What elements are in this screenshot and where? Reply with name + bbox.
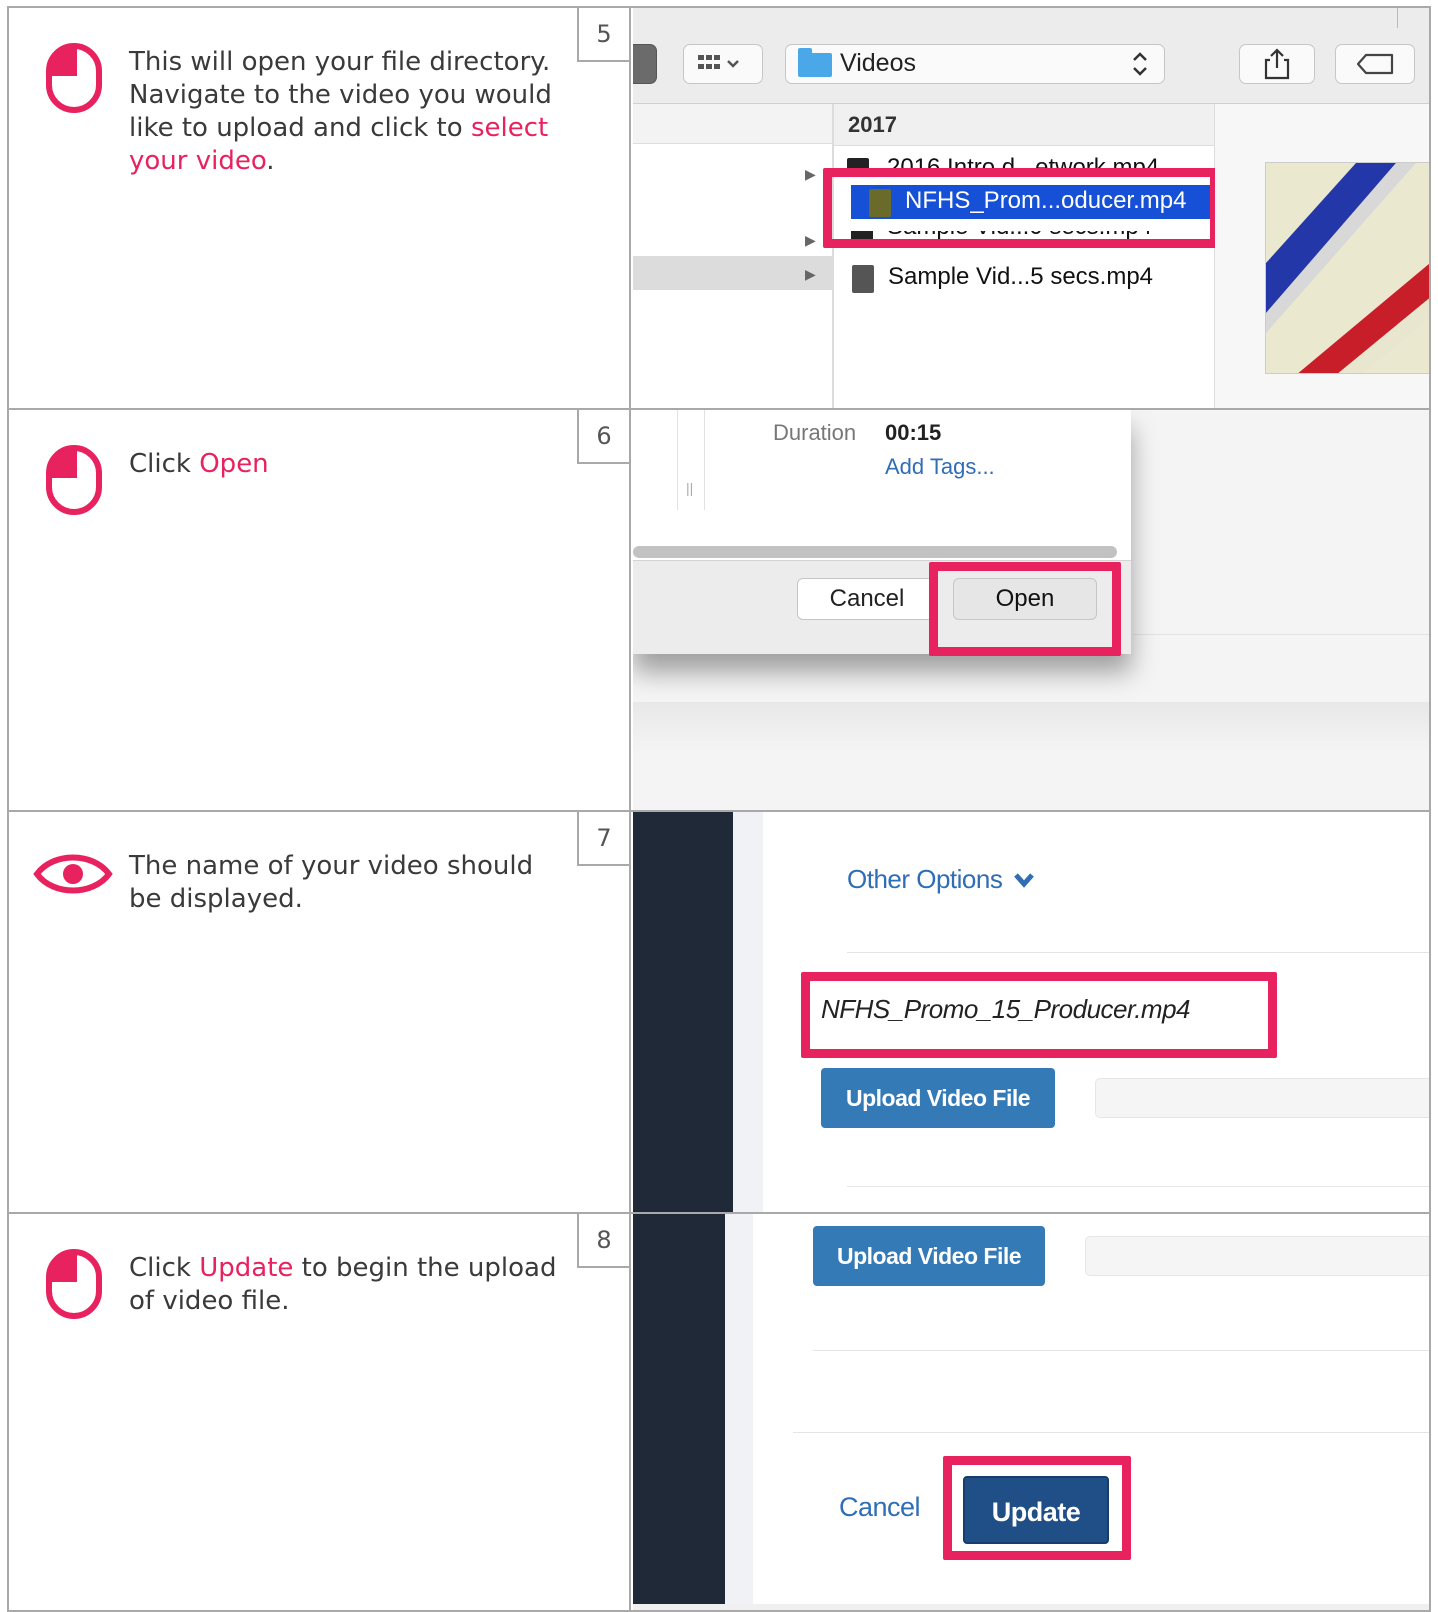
file-list-column: 2017 xyxy=(833,104,1215,408)
eye-icon xyxy=(33,854,113,894)
page-line xyxy=(1133,634,1429,635)
disclosure-arrow-icon: ▶ xyxy=(805,232,816,248)
step-text: Click Open xyxy=(129,449,269,479)
step-instructions: Click Update to begin the upload of vide… xyxy=(9,1214,631,1610)
horizontal-scrollbar[interactable] xyxy=(633,546,1117,558)
tag-button[interactable] xyxy=(1335,44,1415,84)
step-8: Click Update to begin the upload of vide… xyxy=(7,1212,1431,1612)
highlight-box xyxy=(943,1456,1131,1560)
open-dialog-screenshot: || Duration 00:15 Add Tags... Cancel Ope… xyxy=(633,410,1429,810)
highlight-box xyxy=(929,562,1121,656)
upload-video-file-button[interactable]: Upload Video File xyxy=(813,1226,1045,1286)
highlight-box xyxy=(801,972,1277,1058)
mouse-click-icon xyxy=(46,445,102,515)
cancel-button[interactable]: Cancel xyxy=(797,578,937,620)
step-6: Click Open 6 || Duration 00:15 Add Tags.… xyxy=(7,408,1431,810)
file-dialog-screenshot: Videos ▶ ▶ ▶ 2017 2016 Intro d...etwork.… xyxy=(633,8,1429,408)
share-button[interactable] xyxy=(1239,44,1315,84)
other-options-toggle[interactable]: Other Options xyxy=(847,864,1035,895)
highlight-text: Open xyxy=(199,449,269,479)
step-number: 5 xyxy=(577,8,631,62)
chevron-down-icon xyxy=(1014,873,1034,888)
video-preview xyxy=(1265,162,1429,374)
duration-value: 00:15 xyxy=(885,420,942,445)
preview-column xyxy=(1215,104,1429,408)
disclosure-arrow-icon: ▶ xyxy=(805,266,816,282)
step-text: The name of your video should be display… xyxy=(129,851,534,914)
dialog-toolbar: Videos xyxy=(633,8,1429,104)
add-tags-link[interactable]: Add Tags... xyxy=(885,454,995,480)
upload-progress-bar xyxy=(1085,1236,1429,1276)
app-sidebar xyxy=(633,1214,725,1610)
highlight-text: Update xyxy=(199,1253,294,1283)
divider xyxy=(847,952,1429,953)
parent-folder-column: ▶ ▶ ▶ xyxy=(633,104,833,408)
bottom-edge xyxy=(633,1604,1429,1610)
year-header: 2017 xyxy=(834,104,1214,146)
duration-label: Duration xyxy=(773,420,857,445)
update-form-screenshot: Upload Video File Cancel Update xyxy=(633,1214,1429,1610)
toolbar-divider xyxy=(1397,8,1398,28)
file-item[interactable]: Sample Vid...5 secs.mp4 xyxy=(848,261,1208,295)
scroll-column: || xyxy=(677,410,705,510)
folder-icon xyxy=(798,48,832,77)
step-number: 8 xyxy=(577,1214,631,1268)
divider xyxy=(813,1350,1429,1351)
step-number: 6 xyxy=(577,410,631,464)
divider xyxy=(847,1186,1429,1187)
mouse-click-icon xyxy=(46,1249,102,1319)
selected-folder-row[interactable] xyxy=(633,256,832,290)
disclosure-arrow-icon: ▶ xyxy=(805,166,816,182)
step-instructions: Click Open 6 xyxy=(9,410,631,810)
sidebar-edge xyxy=(733,812,763,1212)
sidebar-toggle-button[interactable] xyxy=(633,44,657,84)
upload-progress-bar xyxy=(1095,1078,1429,1118)
step-text: This will open your file directory. Navi… xyxy=(129,47,552,176)
resize-handle-icon: || xyxy=(686,480,694,496)
step-7: The name of your video should be display… xyxy=(7,810,1431,1212)
upload-video-file-button[interactable]: Upload Video File xyxy=(821,1068,1055,1128)
grid-view-icon xyxy=(698,55,739,69)
share-icon xyxy=(1264,48,1290,80)
app-sidebar xyxy=(633,812,733,1212)
mouse-click-icon xyxy=(46,43,102,113)
video-thumbnail-icon xyxy=(852,265,874,293)
divider xyxy=(793,1432,1429,1433)
step-number: 7 xyxy=(577,812,631,866)
view-options-button[interactable] xyxy=(683,44,763,84)
highlight-box xyxy=(823,168,1219,248)
step-instructions: The name of your video should be display… xyxy=(9,812,631,1212)
sidebar-edge xyxy=(725,1214,753,1610)
cancel-link[interactable]: Cancel xyxy=(839,1492,921,1523)
step-5: This will open your file directory. Navi… xyxy=(7,6,1431,408)
page-stripe xyxy=(633,702,1429,752)
step-instructions: This will open your file directory. Navi… xyxy=(9,8,631,408)
tag-icon xyxy=(1356,53,1394,75)
updown-chevron-icon xyxy=(1133,52,1147,76)
folder-select[interactable]: Videos xyxy=(785,44,1165,84)
video-preview-image xyxy=(1266,163,1429,373)
upload-form-screenshot: Other Options NFHS_Promo_15_Producer.mp4… xyxy=(633,812,1429,1212)
step-text: Click Update to begin the upload of vide… xyxy=(129,1253,557,1316)
column-header-blank xyxy=(633,104,832,144)
